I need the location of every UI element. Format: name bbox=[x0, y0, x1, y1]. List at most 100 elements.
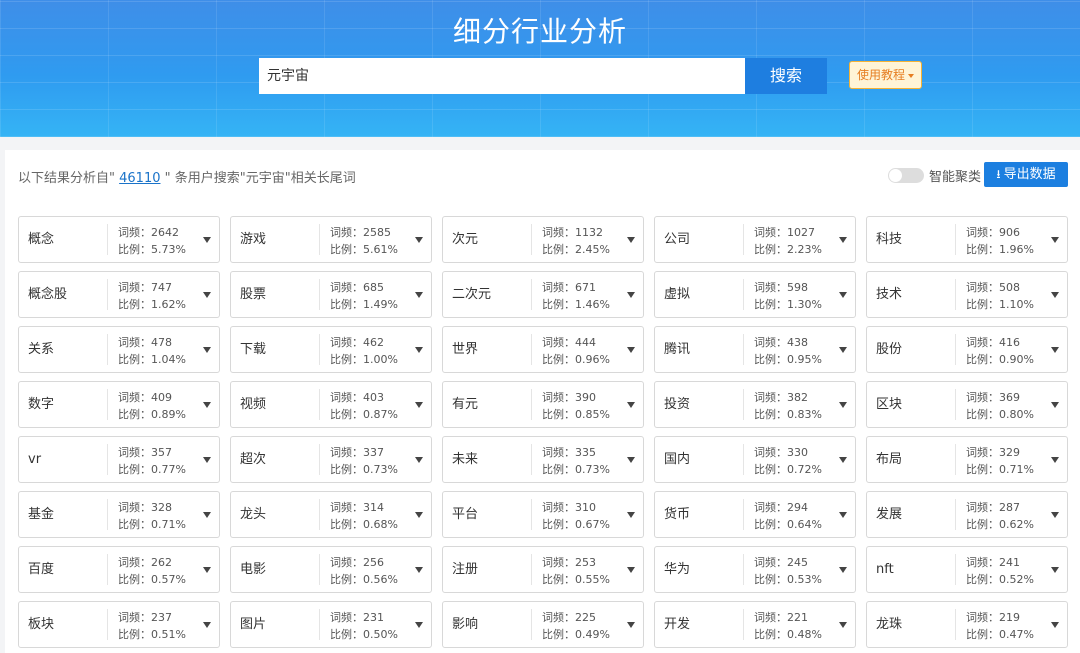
caret-down-icon[interactable] bbox=[203, 402, 211, 408]
caret-down-icon[interactable] bbox=[1051, 292, 1059, 298]
keyword-card[interactable]: 关系 词频：478 比例：1.04% bbox=[18, 326, 220, 373]
keyword-card[interactable]: 腾讯 词频：438 比例：0.95% bbox=[654, 326, 856, 373]
caret-down-icon[interactable] bbox=[627, 622, 635, 628]
keyword-card[interactable]: 投资 词频：382 比例：0.83% bbox=[654, 381, 856, 428]
caret-down-icon[interactable] bbox=[203, 567, 211, 573]
keyword-card[interactable]: 百度 词频：262 比例：0.57% bbox=[18, 546, 220, 593]
keyword-frequency: 词频：219 bbox=[966, 609, 1020, 625]
smart-cluster-toggle[interactable] bbox=[888, 168, 924, 183]
frequency-value: 403 bbox=[363, 391, 384, 404]
caret-down-icon[interactable] bbox=[627, 512, 635, 518]
keyword-card[interactable]: 视频 词频：403 比例：0.87% bbox=[230, 381, 432, 428]
keyword-label: 二次元 bbox=[452, 287, 492, 302]
keyword-card[interactable]: 技术 词频：508 比例：1.10% bbox=[866, 271, 1068, 318]
keyword-card[interactable]: 区块 词频：369 比例：0.80% bbox=[866, 381, 1068, 428]
keyword-card[interactable]: 龙头 词频：314 比例：0.68% bbox=[230, 491, 432, 538]
caret-down-icon[interactable] bbox=[627, 402, 635, 408]
keyword-card[interactable]: 游戏 词频：2585 比例：5.61% bbox=[230, 216, 432, 263]
caret-down-icon[interactable] bbox=[415, 347, 423, 353]
keyword-card[interactable]: 发展 词频：287 比例：0.62% bbox=[866, 491, 1068, 538]
caret-down-icon[interactable] bbox=[203, 292, 211, 298]
ratio-value: 1.46% bbox=[575, 298, 610, 311]
caret-down-icon[interactable] bbox=[839, 457, 847, 463]
caret-down-icon[interactable] bbox=[627, 567, 635, 573]
keyword-card[interactable]: nft 词频：241 比例：0.52% bbox=[866, 546, 1068, 593]
keyword-card[interactable]: 世界 词频：444 比例：0.96% bbox=[442, 326, 644, 373]
caret-down-icon[interactable] bbox=[203, 347, 211, 353]
caret-down-icon[interactable] bbox=[627, 457, 635, 463]
keyword-card[interactable]: 基金 词频：328 比例：0.71% bbox=[18, 491, 220, 538]
frequency-label: 词频： bbox=[118, 336, 151, 349]
caret-down-icon[interactable] bbox=[203, 237, 211, 243]
caret-down-icon[interactable] bbox=[627, 292, 635, 298]
caret-down-icon[interactable] bbox=[627, 237, 635, 243]
caret-down-icon[interactable] bbox=[415, 567, 423, 573]
keyword-card[interactable]: 数字 词频：409 比例：0.89% bbox=[18, 381, 220, 428]
caret-down-icon[interactable] bbox=[1051, 457, 1059, 463]
search-input[interactable]: 元宇宙 bbox=[259, 58, 745, 94]
keyword-card[interactable]: 货币 词频：294 比例：0.64% bbox=[654, 491, 856, 538]
caret-down-icon[interactable] bbox=[415, 237, 423, 243]
keyword-card[interactable]: 平台 词频：310 比例：0.67% bbox=[442, 491, 644, 538]
keyword-card[interactable]: 公司 词频：1027 比例：2.23% bbox=[654, 216, 856, 263]
keyword-card[interactable]: 布局 词频：329 比例：0.71% bbox=[866, 436, 1068, 483]
caret-down-icon[interactable] bbox=[1051, 237, 1059, 243]
caret-down-icon[interactable] bbox=[1051, 567, 1059, 573]
keyword-card[interactable]: 电影 词频：256 比例：0.56% bbox=[230, 546, 432, 593]
caret-down-icon[interactable] bbox=[839, 567, 847, 573]
keyword-card[interactable]: 二次元 词频：671 比例：1.46% bbox=[442, 271, 644, 318]
caret-down-icon[interactable] bbox=[627, 347, 635, 353]
caret-down-icon[interactable] bbox=[1051, 512, 1059, 518]
keyword-card[interactable]: 次元 词频：1132 比例：2.45% bbox=[442, 216, 644, 263]
caret-down-icon[interactable] bbox=[1051, 622, 1059, 628]
caret-down-icon[interactable] bbox=[415, 457, 423, 463]
caret-down-icon[interactable] bbox=[839, 402, 847, 408]
caret-down-icon[interactable] bbox=[203, 622, 211, 628]
keyword-card[interactable]: 开发 词频：221 比例：0.48% bbox=[654, 601, 856, 648]
keyword-card[interactable]: vr 词频：357 比例：0.77% bbox=[18, 436, 220, 483]
frequency-label: 词频： bbox=[966, 446, 999, 459]
keyword-card[interactable]: 影响 词频：225 比例：0.49% bbox=[442, 601, 644, 648]
keyword-card[interactable]: 国内 词频：330 比例：0.72% bbox=[654, 436, 856, 483]
caret-down-icon[interactable] bbox=[839, 292, 847, 298]
search-button[interactable]: 搜索 bbox=[745, 58, 827, 94]
frequency-label: 词频： bbox=[966, 391, 999, 404]
keyword-card[interactable]: 下载 词频：462 比例：1.00% bbox=[230, 326, 432, 373]
caret-down-icon[interactable] bbox=[1051, 402, 1059, 408]
frequency-value: 685 bbox=[363, 281, 384, 294]
caret-down-icon[interactable] bbox=[203, 457, 211, 463]
keyword-card[interactable]: 超次 词频：337 比例：0.73% bbox=[230, 436, 432, 483]
caret-down-icon[interactable] bbox=[1051, 347, 1059, 353]
tutorial-button[interactable]: 使用教程 bbox=[849, 61, 922, 89]
keyword-label: 视频 bbox=[240, 397, 267, 412]
export-button[interactable]: ⭳ 导出数据 bbox=[984, 162, 1068, 187]
frequency-value: 241 bbox=[999, 556, 1020, 569]
ratio-value: 0.85% bbox=[575, 408, 610, 421]
caret-down-icon[interactable] bbox=[839, 237, 847, 243]
keyword-card[interactable]: 股票 词频：685 比例：1.49% bbox=[230, 271, 432, 318]
keyword-card[interactable]: 龙珠 词频：219 比例：0.47% bbox=[866, 601, 1068, 648]
keyword-card[interactable]: 股份 词频：416 比例：0.90% bbox=[866, 326, 1068, 373]
keyword-card[interactable]: 概念股 词频：747 比例：1.62% bbox=[18, 271, 220, 318]
keyword-card[interactable]: 科技 词频：906 比例：1.96% bbox=[866, 216, 1068, 263]
caret-down-icon[interactable] bbox=[839, 512, 847, 518]
caret-down-icon[interactable] bbox=[203, 512, 211, 518]
caret-down-icon[interactable] bbox=[839, 347, 847, 353]
frequency-value: 1132 bbox=[575, 226, 603, 239]
keyword-card[interactable]: 注册 词频：253 比例：0.55% bbox=[442, 546, 644, 593]
keyword-card[interactable]: 图片 词频：231 比例：0.50% bbox=[230, 601, 432, 648]
keyword-card[interactable]: 概念 词频：2642 比例：5.73% bbox=[18, 216, 220, 263]
caret-down-icon[interactable] bbox=[415, 512, 423, 518]
caret-down-icon[interactable] bbox=[415, 292, 423, 298]
summary-count-link[interactable]: 46110 bbox=[119, 171, 160, 186]
keyword-card[interactable]: 有元 词频：390 比例：0.85% bbox=[442, 381, 644, 428]
caret-down-icon[interactable] bbox=[839, 622, 847, 628]
caret-down-icon[interactable] bbox=[415, 402, 423, 408]
keyword-card[interactable]: 虚拟 词频：598 比例：1.30% bbox=[654, 271, 856, 318]
keyword-card[interactable]: 板块 词频：237 比例：0.51% bbox=[18, 601, 220, 648]
ratio-value: 5.61% bbox=[363, 243, 398, 256]
keyword-card[interactable]: 华为 词频：245 比例：0.53% bbox=[654, 546, 856, 593]
card-divider bbox=[743, 224, 744, 255]
caret-down-icon[interactable] bbox=[415, 622, 423, 628]
keyword-card[interactable]: 未来 词频：335 比例：0.73% bbox=[442, 436, 644, 483]
